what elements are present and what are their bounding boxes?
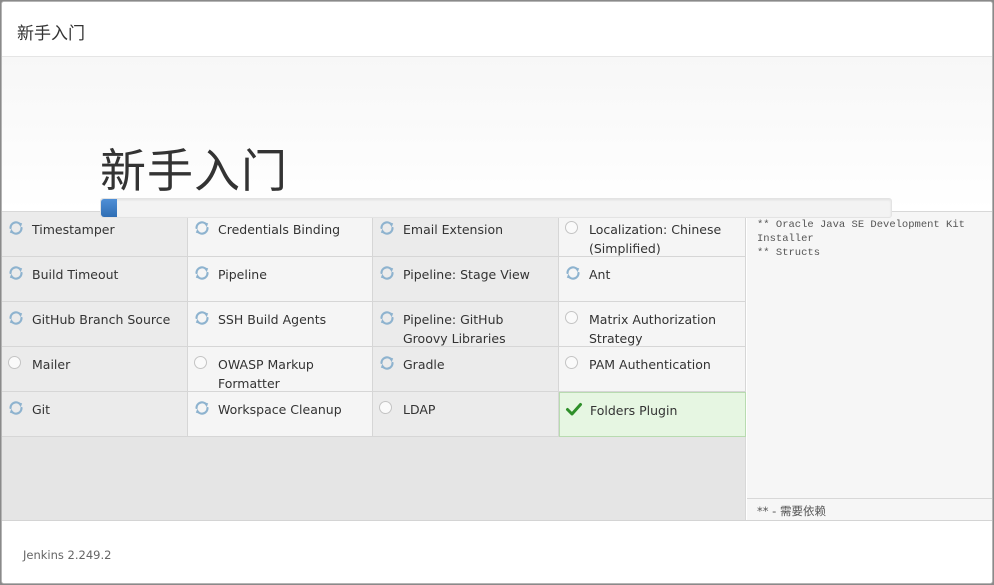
plugin-item: Build Timeout: [2, 257, 188, 302]
install-log-panel: ** Oracle Java SE Development Kit Instal…: [747, 212, 992, 520]
jenkins-version: Jenkins 2.249.2: [23, 548, 112, 562]
plugin-name: Build Timeout: [32, 267, 119, 282]
plugin-name: OWASP Markup Formatter: [218, 357, 314, 391]
pending-circle-icon: [8, 356, 21, 369]
checkmark-icon: [566, 403, 582, 416]
plugin-name: Localization: Chinese (Simplified): [589, 222, 722, 256]
plugin-item: Ant: [559, 257, 746, 302]
plugin-name: Ant: [589, 267, 611, 282]
plugin-item: Credentials Binding: [188, 212, 373, 257]
refresh-icon: [380, 221, 394, 235]
dependency-footnote: ** - 需要依赖: [747, 498, 992, 520]
refresh-icon: [380, 266, 394, 280]
refresh-icon: [195, 311, 209, 325]
plugin-name: Gradle: [403, 357, 445, 372]
plugin-item: LDAP: [373, 392, 559, 437]
plugin-name: LDAP: [403, 402, 436, 417]
plugin-name: Workspace Cleanup: [218, 402, 342, 417]
plugin-item: Localization: Chinese (Simplified): [559, 212, 746, 257]
refresh-icon: [9, 401, 23, 415]
pending-circle-icon: [565, 356, 578, 369]
plugin-item: Pipeline: Stage View: [373, 257, 559, 302]
plugin-item: OWASP Markup Formatter: [188, 347, 373, 392]
plugin-name: GitHub Branch Source: [32, 312, 171, 327]
plugin-item: Timestamper: [2, 212, 188, 257]
refresh-icon: [195, 401, 209, 415]
pending-circle-icon: [565, 311, 578, 324]
plugin-name: Git: [32, 402, 51, 417]
pending-circle-icon: [565, 221, 578, 234]
plugin-name: Pipeline: GitHub Groovy Libraries: [403, 312, 506, 346]
plugin-item: GitHub Branch Source: [2, 302, 188, 347]
plugin-name: SSH Build Agents: [218, 312, 327, 327]
plugin-name: Pipeline: [218, 267, 267, 282]
dialog-footer: Jenkins 2.249.2: [2, 520, 992, 583]
hero-title: 新手入门: [100, 144, 288, 198]
plugin-name: Folders Plugin: [590, 403, 678, 418]
plugin-item: Pipeline: GitHub Groovy Libraries: [373, 302, 559, 347]
plugin-name: PAM Authentication: [589, 357, 711, 372]
plugin-list-area: Timestamper Credentials Binding Email Exte…: [2, 212, 746, 520]
refresh-icon: [9, 221, 23, 235]
plugin-name: Mailer: [32, 357, 71, 372]
install-log-text: ** Oracle Java SE Development Kit Instal…: [757, 219, 965, 259]
plugin-name: Pipeline: Stage View: [403, 267, 530, 282]
pending-circle-icon: [194, 356, 207, 369]
plugin-item: SSH Build Agents: [188, 302, 373, 347]
plugin-item: Pipeline: [188, 257, 373, 302]
refresh-icon: [9, 311, 23, 325]
plugin-name: Credentials Binding: [218, 222, 341, 237]
plugin-item: Gradle: [373, 347, 559, 392]
refresh-icon: [195, 221, 209, 235]
hero-banner: 新手入门: [2, 57, 992, 212]
plugin-item: Folders Plugin: [559, 392, 746, 437]
plugin-name: Email Extension: [403, 222, 504, 237]
dialog-title: 新手入门: [17, 24, 85, 44]
refresh-icon: [195, 266, 209, 280]
pending-circle-icon: [379, 401, 392, 414]
refresh-icon: [380, 311, 394, 325]
plugin-item: Mailer: [2, 347, 188, 392]
plugin-item: PAM Authentication: [559, 347, 746, 392]
refresh-icon: [9, 266, 23, 280]
dialog-header: 新手入门: [2, 2, 992, 57]
install-progress-bar: [100, 198, 892, 218]
plugin-name: Timestamper: [32, 222, 115, 237]
plugin-grid: Timestamper Credentials Binding Email Exte…: [2, 212, 746, 437]
plugin-name: Matrix Authorization Strategy: [589, 312, 717, 346]
plugin-item: Matrix Authorization Strategy: [559, 302, 746, 347]
plugin-item: Workspace Cleanup: [188, 392, 373, 437]
plugin-item: Git: [2, 392, 188, 437]
refresh-icon: [566, 266, 580, 280]
install-progress-fill: [101, 199, 117, 217]
plugin-item: Email Extension: [373, 212, 559, 257]
setup-dialog: 新手入门 新手入门 Timestamper Credentials Binding…: [1, 1, 993, 584]
refresh-icon: [380, 356, 394, 370]
